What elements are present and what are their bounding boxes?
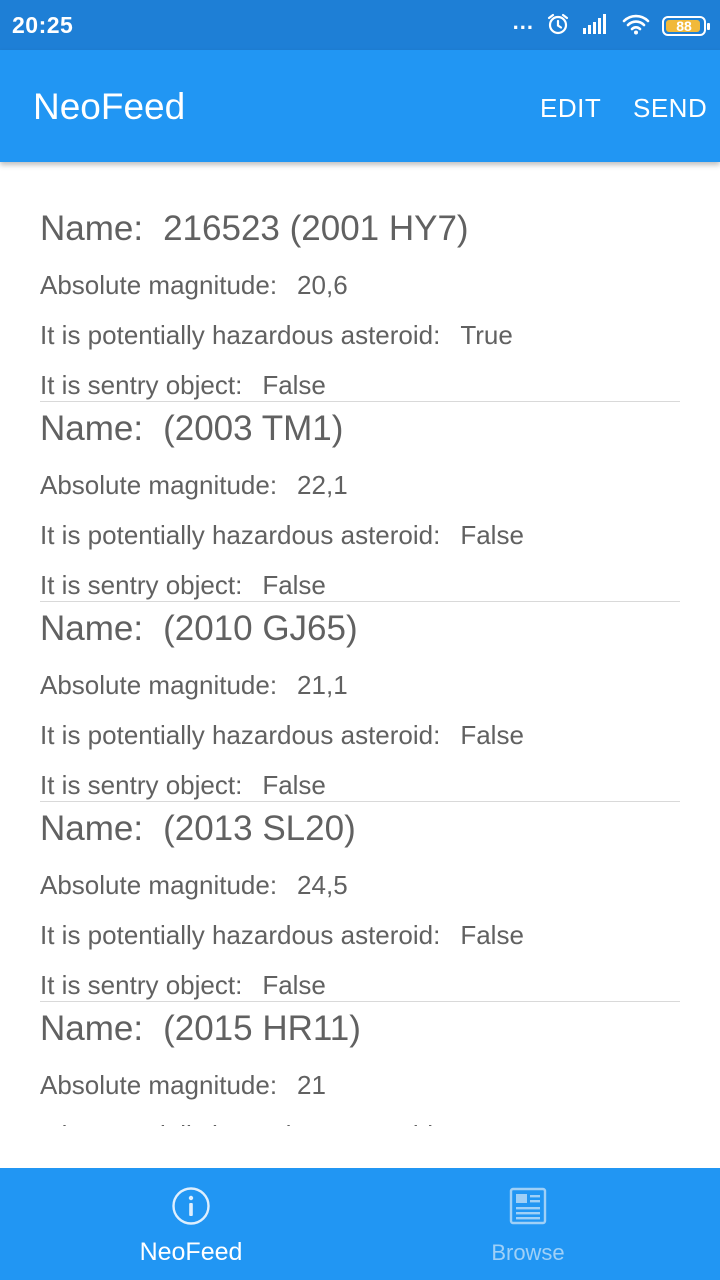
name-row: Name: (2013 SL20)	[40, 809, 356, 849]
divider	[40, 401, 680, 402]
wifi-icon	[622, 13, 650, 40]
name-label: Name:	[40, 209, 144, 248]
nav-item-neofeed[interactable]: NeoFeed	[11, 1168, 371, 1280]
nav-label-browse: Browse	[491, 1240, 565, 1265]
edit-button[interactable]: EDIT	[540, 93, 601, 124]
nav-label-neofeed: NeoFeed	[139, 1238, 243, 1266]
name-label: Name:	[40, 809, 144, 848]
app-title: NeoFeed	[33, 86, 186, 127]
magnitude-value: 24,5	[297, 870, 348, 900]
magnitude-label: Absolute magnitude:	[40, 470, 278, 500]
asteroid-item[interactable]: Name: (2010 GJ65) Absolute magnitude: 21,1…	[40, 604, 680, 804]
sentry-value: False	[262, 770, 326, 800]
app-bar: NeoFeed EDIT SEND	[0, 50, 720, 162]
divider	[40, 801, 680, 802]
sentry-value: False	[262, 570, 326, 600]
magnitude-row: Absolute magnitude: 20,6	[40, 270, 348, 301]
divider	[40, 601, 680, 602]
asteroid-name: (2010 GJ65)	[163, 609, 358, 648]
magnitude-row: Absolute magnitude: 24,5	[40, 870, 348, 901]
sentry-label: It is sentry object:	[40, 770, 243, 800]
magnitude-value: 22,1	[297, 470, 348, 500]
name-row: Name: (2015 HR11)	[40, 1009, 361, 1049]
hazardous-row: It is potentially hazardous asteroid: Tru…	[40, 320, 513, 351]
magnitude-value: 21	[297, 1070, 326, 1100]
bottom-navigation: NeoFeed Browse	[0, 1168, 720, 1280]
hazardous-label: It is potentially hazardous asteroid:	[40, 320, 441, 350]
sentry-row: It is sentry object: False	[40, 970, 326, 1001]
asteroid-name: (2015 HR11)	[163, 1009, 361, 1048]
name-row: Name: (2010 GJ65)	[40, 609, 358, 649]
asteroid-item[interactable]: Name: (2015 HR11) Absolute magnitude: 21 I…	[40, 1004, 680, 1126]
asteroid-item[interactable]: Name: (2013 SL20) Absolute magnitude: 24,5…	[40, 804, 680, 1004]
status-time: 20:25	[12, 12, 74, 38]
hazardous-value: False	[460, 920, 524, 950]
magnitude-label: Absolute magnitude:	[40, 870, 278, 900]
magnitude-label: Absolute magnitude:	[40, 1070, 278, 1100]
status-icons: ... 88	[512, 9, 710, 41]
asteroid-item[interactable]: Name: (2003 TM1) Absolute magnitude: 22,1 …	[40, 404, 680, 604]
hazardous-row: It is potentially hazardous asteroid: Fal…	[40, 520, 524, 551]
hazardous-row: It is potentially hazardous asteroid: Fal…	[40, 920, 524, 951]
hazardous-value: False	[460, 720, 524, 750]
magnitude-value: 21,1	[297, 670, 348, 700]
hazardous-label: It is potentially hazardous asteroid:	[40, 920, 441, 950]
hazardous-label: It is potentially hazardous asteroid:	[40, 520, 441, 550]
notification-dots: ...	[512, 9, 534, 34]
name-row: Name: (2003 TM1)	[40, 409, 343, 449]
magnitude-label: Absolute magnitude:	[40, 270, 278, 300]
browse-icon	[508, 1186, 548, 1226]
alarm-icon	[546, 12, 570, 41]
hazardous-row: It is potentially hazardous asteroid:	[40, 1120, 460, 1126]
sentry-row: It is sentry object: False	[40, 570, 326, 601]
asteroid-name: (2003 TM1)	[163, 409, 344, 448]
sentry-value: False	[262, 370, 326, 400]
divider	[40, 1001, 680, 1002]
magnitude-row: Absolute magnitude: 21,1	[40, 670, 348, 701]
asteroid-item[interactable]: Name: 216523 (2001 HY7) Absolute magnitud…	[40, 204, 680, 404]
name-row: Name: 216523 (2001 HY7)	[40, 209, 469, 249]
name-label: Name:	[40, 409, 144, 448]
hazardous-row: It is potentially hazardous asteroid: Fal…	[40, 720, 524, 751]
sentry-label: It is sentry object:	[40, 370, 243, 400]
asteroid-name: (2013 SL20)	[163, 809, 356, 848]
magnitude-row: Absolute magnitude: 22,1	[40, 470, 348, 501]
name-label: Name:	[40, 609, 144, 648]
sentry-row: It is sentry object: False	[40, 770, 326, 801]
nav-item-browse[interactable]: Browse	[348, 1168, 708, 1280]
magnitude-value: 20,6	[297, 270, 348, 300]
hazardous-value: False	[460, 520, 524, 550]
battery-level: 88	[676, 18, 692, 34]
signal-icon	[582, 13, 610, 40]
hazardous-value: True	[460, 320, 513, 350]
asteroid-list[interactable]: Name: 216523 (2001 HY7) Absolute magnitud…	[0, 162, 720, 1126]
magnitude-row: Absolute magnitude: 21	[40, 1070, 326, 1101]
battery-icon: 88	[662, 16, 710, 36]
sentry-row: It is sentry object: False	[40, 370, 326, 401]
status-bar: 20:25 ... 88	[0, 0, 720, 50]
sentry-value: False	[262, 970, 326, 1000]
hazardous-label: It is potentially hazardous asteroid:	[40, 1120, 440, 1126]
name-label: Name:	[40, 1009, 144, 1048]
hazardous-label: It is potentially hazardous asteroid:	[40, 720, 441, 750]
info-icon	[171, 1186, 211, 1226]
sentry-label: It is sentry object:	[40, 970, 243, 1000]
sentry-label: It is sentry object:	[40, 570, 243, 600]
magnitude-label: Absolute magnitude:	[40, 670, 278, 700]
send-button[interactable]: SEND	[633, 93, 707, 124]
asteroid-name: 216523 (2001 HY7)	[163, 209, 469, 248]
